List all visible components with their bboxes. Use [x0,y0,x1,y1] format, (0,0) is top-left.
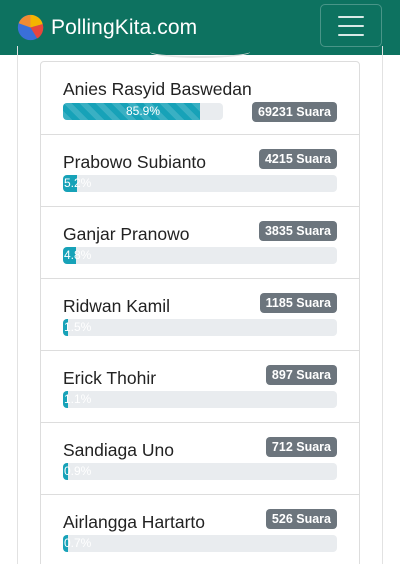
candidate-list: Anies Rasyid Baswedan 85.9% 69231 Suara … [40,61,360,564]
candidate-name: Airlangga Hartarto [63,512,206,532]
hamburger-menu-icon[interactable] [320,4,382,47]
progress-track: 1.1% [63,391,337,408]
progress-track: 5.2% [63,175,337,192]
menu-line [338,15,364,18]
vote-count-badge: 69231 Suara [252,102,337,122]
list-item: Anies Rasyid Baswedan 85.9% 69231 Suara [40,61,360,135]
pie-chart-logo-icon [17,14,44,41]
candidate-name: Anies Rasyid Baswedan [63,79,252,99]
progress-percent: 4.8% [64,248,92,262]
progress-track: 4.8% [63,247,337,264]
list-item: Sandiaga Uno 712 Suara 0.9% [40,423,360,495]
candidate-name: Ridwan Kamil [63,296,170,316]
progress-percent: 1.1% [64,392,92,406]
progress-track: 0.9% [63,463,337,480]
vote-count-badge: 1185 Suara [259,293,337,313]
progress-percent: 85.9% [125,104,161,118]
brand-text: PollingKita.com [51,15,198,39]
menu-line [338,24,364,27]
candidate-name: Sandiaga Uno [63,440,174,460]
candidate-name: Ganjar Pranowo [63,224,190,244]
vote-count-badge: 4215 Suara [258,149,337,169]
vote-count-badge: 3835 Suara [258,221,337,241]
menu-line [338,33,364,36]
progress-track: 0.7% [63,535,337,552]
progress-percent: 5.2% [64,176,92,190]
list-item: Ganjar Pranowo 3835 Suara 4.8% [40,207,360,279]
vote-count-badge: 712 Suara [265,437,337,457]
progress-track: 1.5% [63,319,337,336]
progress-track: 85.9% [63,103,223,120]
list-item: Erick Thohir 897 Suara 1.1% [40,351,360,423]
list-item: Ridwan Kamil 1185 Suara 1.5% [40,279,360,351]
vote-count-badge: 526 Suara [265,509,337,529]
candidate-name: Erick Thohir [63,368,157,388]
card-top-arc [150,46,250,58]
brand-link[interactable]: PollingKita.com [17,14,197,41]
list-item: Prabowo Subianto 4215 Suara 5.2% [40,135,360,207]
progress-percent: 0.7% [64,536,92,550]
progress-percent: 0.9% [64,464,92,478]
list-item: Airlangga Hartarto 526 Suara 0.7% [40,495,360,564]
vote-count-badge: 897 Suara [265,365,337,385]
candidate-name: Prabowo Subianto [63,152,207,172]
progress-percent: 1.5% [64,320,92,334]
